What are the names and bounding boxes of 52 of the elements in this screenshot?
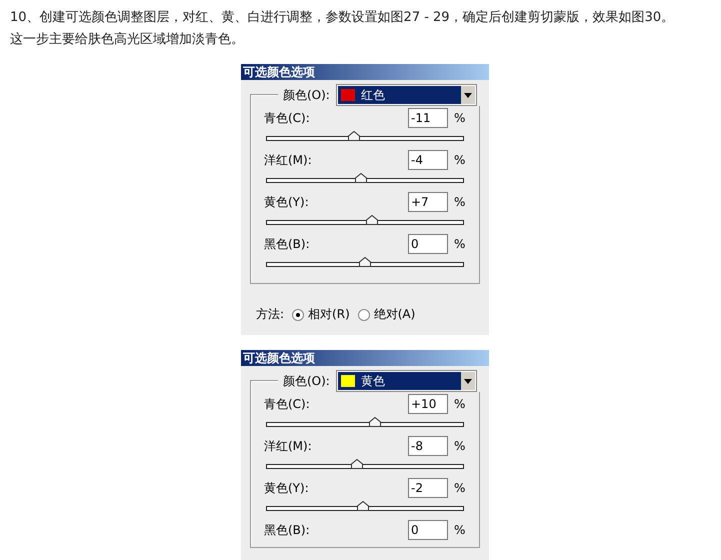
value-input[interactable]: -2 — [408, 478, 448, 498]
slider-track[interactable] — [266, 215, 464, 226]
radio-icon[interactable] — [358, 308, 370, 320]
slider-label: 黄色(Y): — [264, 194, 310, 210]
color-label: 颜色(O): — [283, 86, 330, 104]
slider-thumb[interactable] — [348, 131, 360, 141]
caret-icon[interactable] — [460, 372, 475, 390]
color-dropdown[interactable]: 黄色 — [336, 370, 477, 392]
value-input[interactable]: -11 — [408, 108, 448, 128]
radio-icon[interactable] — [292, 308, 304, 320]
percent-unit: % — [454, 481, 466, 495]
radio-option[interactable]: 相对(R) — [292, 306, 350, 323]
slider-track[interactable] — [266, 257, 464, 268]
slider-track[interactable] — [266, 173, 464, 184]
percent-unit: % — [454, 397, 466, 411]
radio-option[interactable]: 绝对(A) — [358, 306, 416, 323]
percent-unit: % — [454, 523, 466, 537]
value-input[interactable]: 0 — [408, 520, 448, 540]
slider-track[interactable] — [266, 417, 464, 428]
value-input[interactable]: +7 — [408, 192, 448, 212]
value-input[interactable]: -8 — [408, 436, 448, 456]
percent-unit: % — [454, 153, 466, 167]
slider-label: 黑色(B): — [264, 522, 311, 538]
dialog-title: 可选颜色选项 — [243, 64, 315, 80]
slider-thumb[interactable] — [351, 459, 364, 469]
percent-unit: % — [454, 111, 466, 125]
slider-label: 洋红(M): — [264, 152, 313, 168]
dialog-title: 可选颜色选项 — [243, 350, 315, 366]
slider-label: 黑色(B): — [264, 236, 311, 252]
slider-label: 洋红(M): — [264, 438, 313, 454]
caret-icon[interactable] — [460, 86, 475, 104]
slider-label: 黄色(Y): — [264, 480, 310, 496]
slider-track[interactable] — [266, 501, 464, 512]
percent-unit: % — [454, 439, 466, 453]
slider-label: 青色(C): — [264, 396, 311, 412]
slider-thumb[interactable] — [366, 215, 378, 225]
method-label: 方法: — [256, 306, 284, 323]
percent-unit: % — [454, 237, 466, 251]
color-label: 颜色(O): — [283, 372, 330, 390]
value-input[interactable]: 0 — [408, 234, 448, 254]
color-dropdown[interactable]: 红色 — [336, 84, 477, 106]
intro-paragraph: 10、创建可选颜色调整图层，对红、黄、白进行调整，参数设置如图27 - 29，确定后创建剪切蒙版，效果如图30。这一步主要给肤色高光区域增加淡青色。 — [10, 9, 676, 49]
percent-unit: % — [454, 195, 466, 209]
slider-track[interactable] — [266, 459, 464, 470]
value-input[interactable]: -4 — [408, 150, 448, 170]
slider-thumb[interactable] — [355, 173, 368, 183]
value-input[interactable]: +10 — [408, 394, 448, 414]
slider-thumb[interactable] — [359, 257, 371, 267]
slider-thumb[interactable] — [368, 417, 381, 427]
slider-thumb[interactable] — [357, 501, 370, 511]
slider-label: 青色(C): — [264, 110, 311, 126]
slider-track[interactable] — [266, 131, 464, 142]
